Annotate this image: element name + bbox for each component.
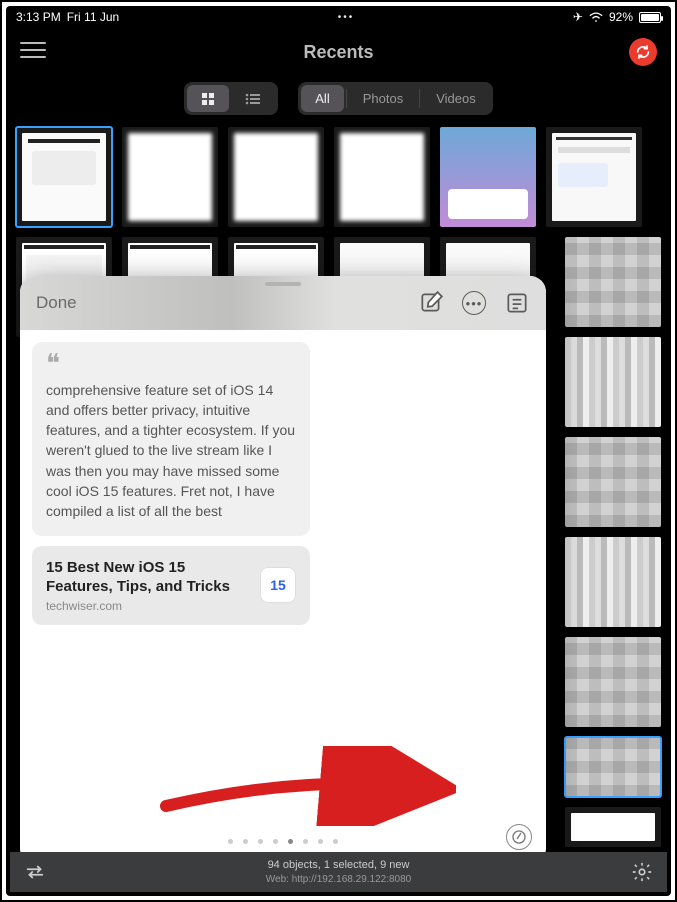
thumbnail[interactable] [334,127,430,227]
quick-look-modal: Done ••• ❝ comprehensive feature set of … [20,276,546,864]
link-badge-icon: 15 [260,567,296,603]
thumbnail[interactable] [565,537,661,627]
markup-icon[interactable] [506,824,532,850]
drag-handle[interactable] [265,282,301,286]
thumbnail[interactable] [440,127,536,227]
page-title: Recents [303,42,373,63]
thumbnail[interactable] [565,337,661,427]
status-line-1: 94 objects, 1 selected, 9 new [266,858,412,872]
modal-toolbar: Done ••• [20,276,546,330]
bottom-bar: 94 objects, 1 selected, 9 new Web: http:… [10,852,667,892]
status-time: 3:13 PM [16,10,61,24]
filter-all[interactable]: All [301,85,343,112]
filter-videos[interactable]: Videos [422,85,490,112]
view-mode-toggle [184,82,278,115]
quote-icon: ❝ [46,356,296,372]
thumbnail[interactable] [565,437,661,527]
link-preview-card[interactable]: 15 Best New iOS 15 Features, Tips, and T… [32,546,310,625]
more-icon[interactable]: ••• [462,291,486,315]
notes-icon[interactable] [504,290,530,316]
link-title: 15 Best New iOS 15 Features, Tips, and T… [46,558,250,597]
airplane-icon: ✈︎ [573,10,583,24]
note-text: comprehensive feature set of iOS 14 and … [46,380,296,522]
thumbnail[interactable] [228,127,324,227]
done-button[interactable]: Done [36,293,77,313]
list-view-button[interactable] [231,85,275,112]
settings-icon[interactable] [631,861,653,883]
battery-icon [639,12,661,23]
page-indicator[interactable] [20,839,546,844]
sync-button[interactable] [629,38,657,66]
wifi-icon [589,12,603,23]
filter-toggle: All Photos Videos [298,82,492,115]
nav-bar: Recents [6,28,671,76]
status-line-2: Web: http://192.168.29.122:8080 [266,873,412,886]
battery-pct: 92% [609,10,633,24]
thumbnail[interactable] [565,637,661,727]
menu-button[interactable] [20,42,46,58]
thumbnail[interactable] [16,127,112,227]
multitask-dots-icon[interactable]: ••• [338,12,355,23]
thumbnail[interactable] [565,237,661,327]
modal-content[interactable]: ❝ comprehensive feature set of iOS 14 an… [20,330,546,864]
thumbnail[interactable] [565,737,661,797]
grid-view-button[interactable] [187,85,229,112]
thumbnail[interactable] [565,807,661,847]
transfer-icon[interactable] [24,861,46,883]
quick-note-card: ❝ comprehensive feature set of iOS 14 an… [32,342,310,536]
compose-icon[interactable] [418,290,444,316]
status-bar: 3:13 PM Fri 11 Jun ••• ✈︎ 92% [6,6,671,28]
filter-photos[interactable]: Photos [349,85,417,112]
link-source: techwiser.com [46,599,250,613]
status-date: Fri 11 Jun [67,10,119,24]
thumbnail[interactable] [122,127,218,227]
